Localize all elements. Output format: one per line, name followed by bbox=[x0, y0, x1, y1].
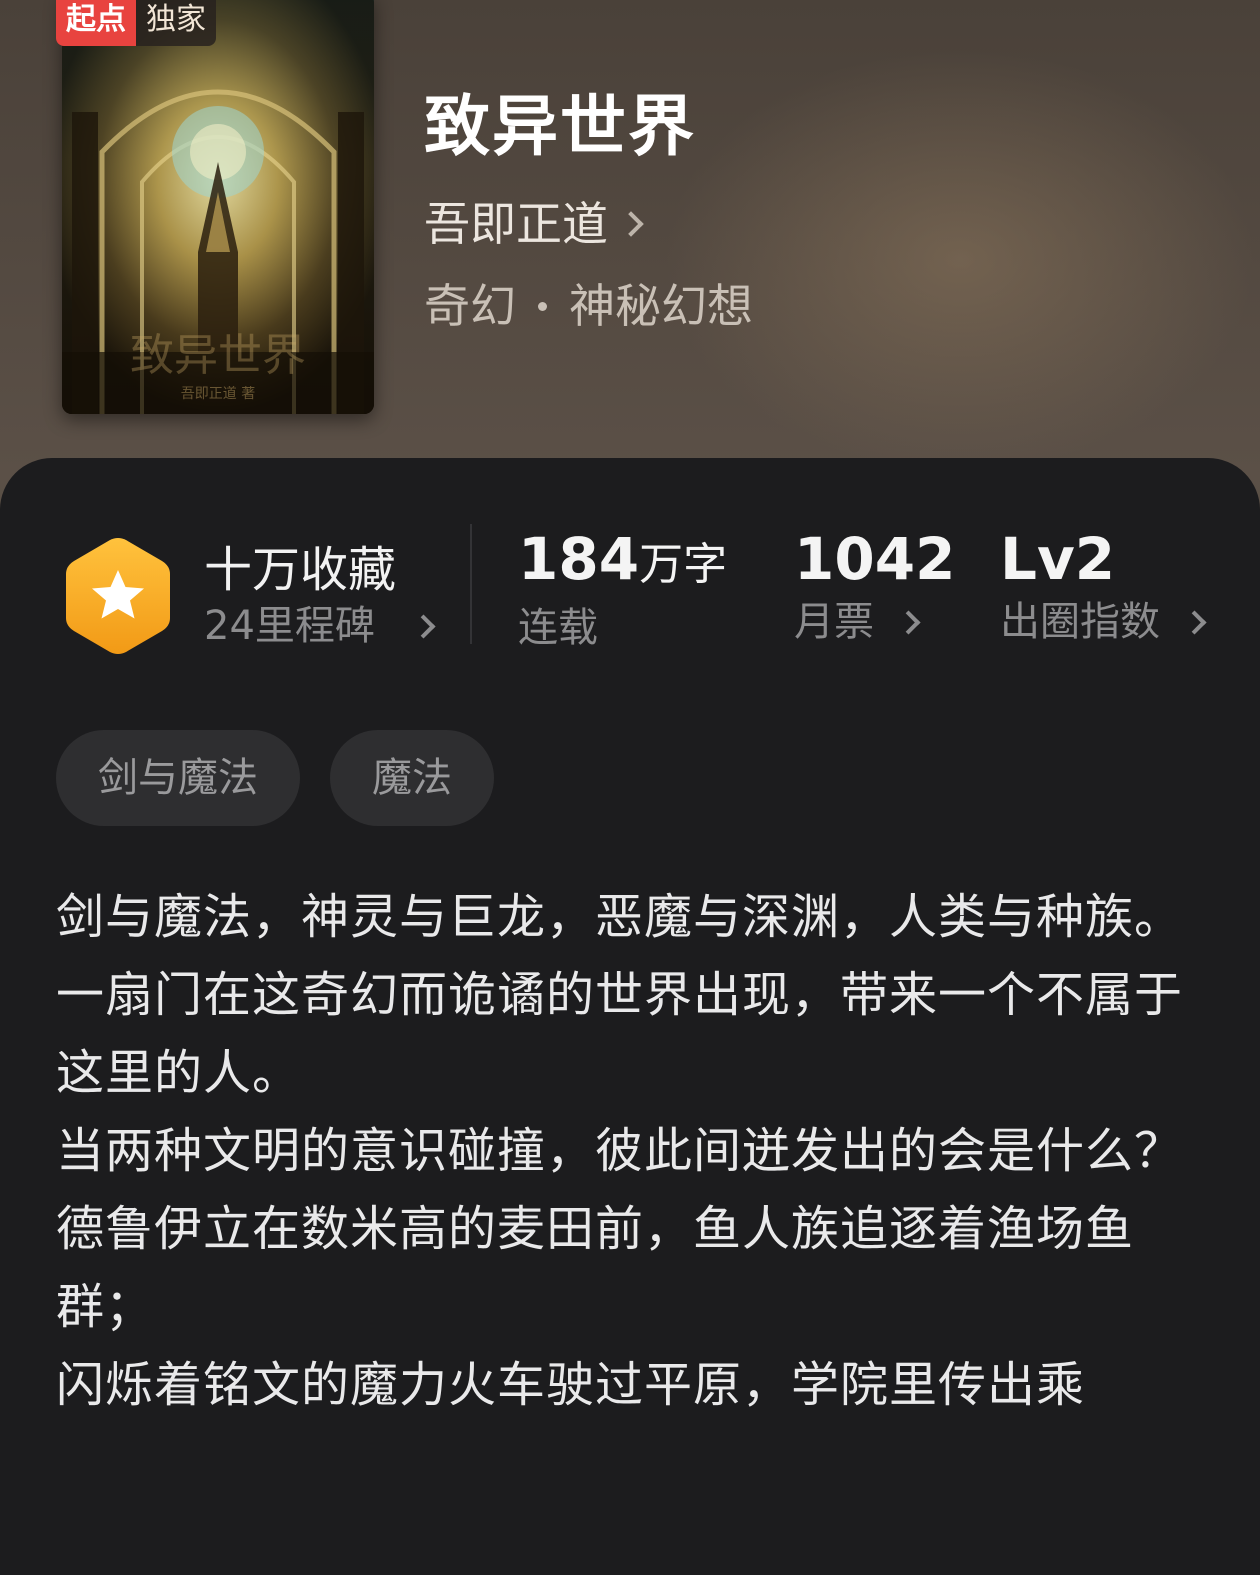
breakout-index-value: Lv2 bbox=[1000, 525, 1116, 593]
chevron-right-icon bbox=[411, 613, 436, 639]
milestone-sub: 24里程碑 bbox=[204, 600, 436, 652]
stats-divider bbox=[470, 524, 472, 644]
cover-author-text: 吾即正道 著 bbox=[181, 386, 255, 402]
stat-monthly-tickets[interactable]: 1042 月票 bbox=[794, 524, 955, 650]
synopsis-line: 当两种文明的意识碰撞，彼此间迸发出的会是什么？ bbox=[56, 1123, 1184, 1179]
milestone-text: 十万收藏 24里程碑 bbox=[204, 540, 436, 652]
chevron-right-icon bbox=[618, 211, 644, 237]
monthly-tickets-label: 月票 bbox=[794, 599, 874, 645]
stats-bar: 十万收藏 24里程碑 184万字 连载 1042 月票 Lv2 出圈指数 bbox=[0, 524, 1260, 674]
word-count-label: 连载 bbox=[518, 605, 598, 651]
author-name: 吾即正道 bbox=[424, 197, 608, 251]
tag-list: 剑与魔法 魔法 bbox=[56, 730, 494, 826]
chevron-right-icon bbox=[896, 609, 921, 635]
genre-subcategory: 神秘幻想 bbox=[569, 279, 753, 333]
stat-word-count: 184万字 连载 bbox=[518, 524, 727, 656]
milestone-count: 24里程碑 bbox=[204, 603, 375, 649]
book-synopsis[interactable]: 剑与魔法，神灵与巨龙，恶魔与深渊，人类与种族。 一扇门在这奇幻而诡谲的世界出现，… bbox=[56, 878, 1206, 1424]
badge-label: 独家 bbox=[136, 0, 216, 46]
cover-title-text: 致异世界 bbox=[130, 330, 306, 381]
milestone-title: 十万收藏 bbox=[204, 542, 397, 598]
book-cover[interactable]: 致异世界 吾即正道 著 bbox=[62, 0, 374, 414]
synopsis-line: 剑与魔法，神灵与巨龙，恶魔与深渊，人类与种族。 bbox=[56, 889, 1184, 945]
chevron-right-icon bbox=[1182, 609, 1207, 635]
badge-brand: 起点 bbox=[56, 0, 136, 46]
content-panel: 十万收藏 24里程碑 184万字 连载 1042 月票 Lv2 出圈指数 剑与魔… bbox=[0, 458, 1260, 1575]
exclusive-badge: 起点 独家 bbox=[56, 0, 216, 46]
genre-row: 奇幻 神秘幻想 bbox=[424, 278, 753, 334]
synopsis-line: 闪烁着铭文的魔力火车驶过平原，学院里传出乘 bbox=[56, 1357, 1086, 1413]
star-hexagon-icon bbox=[66, 538, 170, 654]
word-count-number: 184 bbox=[518, 525, 640, 593]
tag-chip[interactable]: 剑与魔法 bbox=[56, 730, 300, 826]
author-link[interactable]: 吾即正道 bbox=[424, 196, 644, 252]
tag-chip[interactable]: 魔法 bbox=[330, 730, 494, 826]
monthly-tickets-label-row: 月票 bbox=[794, 594, 955, 650]
book-detail-page: 致异世界 吾即正道 著 起点 独家 致异世界 吾即正道 奇幻 神秘幻想 十万收藏… bbox=[0, 0, 1260, 1575]
word-count-value: 184万字 bbox=[518, 524, 727, 600]
book-title: 致异世界 bbox=[424, 87, 696, 165]
synopsis-line: 一扇门在这奇幻而诡谲的世界出现，带来一个不属于这里的人。 bbox=[56, 967, 1184, 1101]
breakout-index-label-row: 出圈指数 bbox=[1000, 594, 1207, 650]
genre-category: 奇幻 bbox=[424, 279, 516, 333]
stat-breakout-index[interactable]: Lv2 出圈指数 bbox=[1000, 524, 1207, 650]
separator-dot bbox=[538, 301, 547, 311]
word-count-unit: 万字 bbox=[639, 539, 728, 590]
breakout-index-label: 出圈指数 bbox=[1000, 599, 1160, 645]
milestone-entry[interactable]: 十万收藏 24里程碑 bbox=[62, 534, 436, 658]
monthly-tickets-value: 1042 bbox=[794, 525, 956, 593]
cover-artwork: 致异世界 吾即正道 著 bbox=[62, 0, 374, 414]
synopsis-line: 德鲁伊立在数米高的麦田前，鱼人族追逐着渔场鱼群； bbox=[56, 1201, 1135, 1335]
